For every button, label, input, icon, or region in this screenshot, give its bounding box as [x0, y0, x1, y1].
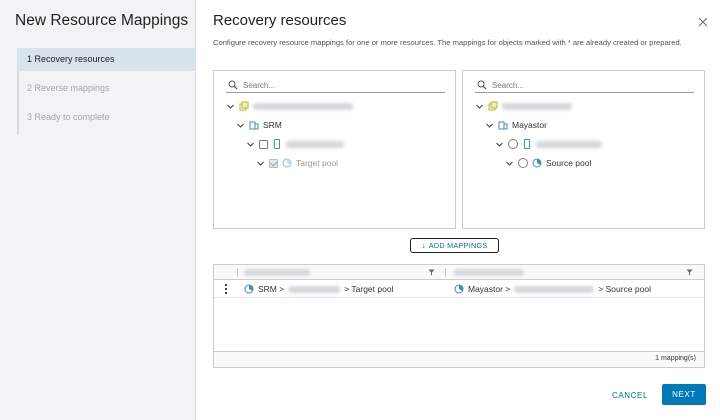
grid-header — [214, 265, 704, 280]
tree-node-target-pool[interactable]: Target pool — [256, 156, 338, 170]
wizard-title: New Resource Mappings — [15, 12, 189, 29]
source-pool-radio[interactable] — [518, 158, 528, 168]
redacted-label — [536, 140, 602, 148]
right-search — [475, 78, 694, 93]
resource-pool-icon — [282, 158, 292, 168]
redacted-label — [502, 102, 572, 110]
redacted-label — [286, 140, 344, 148]
building-icon — [249, 121, 259, 130]
resource-pool-icon — [532, 158, 542, 168]
add-mappings-button[interactable]: ↓ ADD MAPPINGS — [410, 238, 499, 253]
tree-node-host[interactable] — [246, 137, 344, 151]
redacted-label — [514, 285, 595, 293]
wizard-steps: 1 Recovery resources 2 Reverse mappings … — [17, 48, 195, 135]
mapping-count: 1 mapping(s) — [655, 355, 696, 362]
source-pool-label: Source pool — [546, 158, 592, 168]
step-recovery-resources[interactable]: 1 Recovery resources — [17, 48, 195, 71]
host-radio[interactable] — [508, 139, 518, 149]
target-pool-checkbox[interactable] — [269, 158, 278, 168]
building-icon — [498, 121, 508, 130]
close-icon[interactable] — [696, 15, 710, 29]
target-pool-label: Target pool — [296, 158, 339, 168]
recovery-resource-cell: SRM > > Target pool — [244, 280, 393, 298]
left-search — [226, 78, 445, 93]
recovery-site-tree-panel: SRM Target pool — [213, 70, 456, 229]
chevron-down-icon[interactable] — [246, 140, 255, 149]
table-row[interactable]: SRM > > Target pool Mayastor > > Source … — [214, 280, 704, 298]
cell-prefix: Mayastor > — [468, 284, 511, 294]
redacted-label — [288, 285, 341, 293]
redacted-label — [244, 269, 310, 276]
step-reverse-mappings: 2 Reverse mappings — [27, 83, 110, 93]
resource-pool-icon — [244, 284, 254, 294]
wizard-sidebar: New Resource Mappings 1 Recovery resourc… — [0, 0, 196, 420]
column-separator — [237, 268, 238, 277]
mappings-grid: SRM > > Target pool Mayastor > > Source … — [213, 264, 705, 368]
host-checkbox[interactable] — [259, 139, 268, 149]
left-search-input[interactable] — [243, 79, 438, 92]
cancel-button[interactable]: CANCEL — [605, 386, 655, 404]
tree-node-site[interactable]: SRM — [236, 118, 282, 132]
datacenter-icon — [488, 101, 498, 111]
site-label: SRM — [263, 120, 282, 130]
page-title: Recovery resources — [213, 12, 347, 29]
chevron-down-icon[interactable] — [256, 159, 265, 168]
chevron-down-icon[interactable] — [226, 102, 235, 111]
datacenter-icon — [239, 101, 249, 111]
next-button[interactable]: NEXT — [662, 384, 706, 405]
page-description: Configure recovery resource mappings for… — [213, 38, 682, 47]
chevron-down-icon[interactable] — [505, 159, 514, 168]
wizard-content: Recovery resources Configure recovery re… — [196, 0, 720, 420]
site-label: Mayastor — [512, 120, 547, 130]
more-vertical-icon[interactable] — [222, 283, 230, 295]
chevron-down-icon[interactable] — [485, 121, 494, 130]
host-icon — [274, 139, 280, 149]
filter-icon[interactable] — [428, 269, 435, 276]
chevron-down-icon[interactable] — [495, 140, 504, 149]
search-icon — [477, 80, 487, 90]
cell-suffix: > Target pool — [344, 284, 394, 294]
chevron-down-icon[interactable] — [236, 121, 245, 130]
search-icon — [228, 80, 238, 90]
redacted-label — [454, 269, 524, 276]
cell-prefix: SRM > — [258, 284, 285, 294]
protected-site-tree-panel: Mayastor Source pool — [462, 70, 705, 229]
tree-node-source-pool[interactable]: Source pool — [505, 156, 591, 170]
tree-node-datacenter[interactable] — [475, 99, 572, 113]
resource-pool-icon — [454, 284, 464, 294]
tree-node-site[interactable]: Mayastor — [485, 118, 547, 132]
column-header-protected[interactable] — [454, 265, 524, 280]
tree-node-host[interactable] — [495, 137, 602, 151]
cell-suffix: > Source pool — [598, 284, 651, 294]
right-search-input[interactable] — [492, 79, 687, 92]
chevron-down-icon[interactable] — [475, 102, 484, 111]
grid-footer: 1 mapping(s) — [214, 351, 704, 367]
filter-icon[interactable] — [686, 269, 693, 276]
protected-resource-cell: Mayastor > > Source pool — [454, 280, 651, 298]
arrow-down-icon: ↓ — [421, 241, 426, 250]
redacted-label — [253, 102, 353, 110]
host-icon — [524, 139, 530, 149]
column-header-recovery[interactable] — [244, 265, 310, 280]
column-separator — [445, 268, 446, 277]
tree-node-datacenter[interactable] — [226, 99, 353, 113]
add-mappings-label: ADD MAPPINGS — [428, 241, 488, 250]
step-ready-to-complete: 3 Ready to complete — [27, 112, 110, 122]
